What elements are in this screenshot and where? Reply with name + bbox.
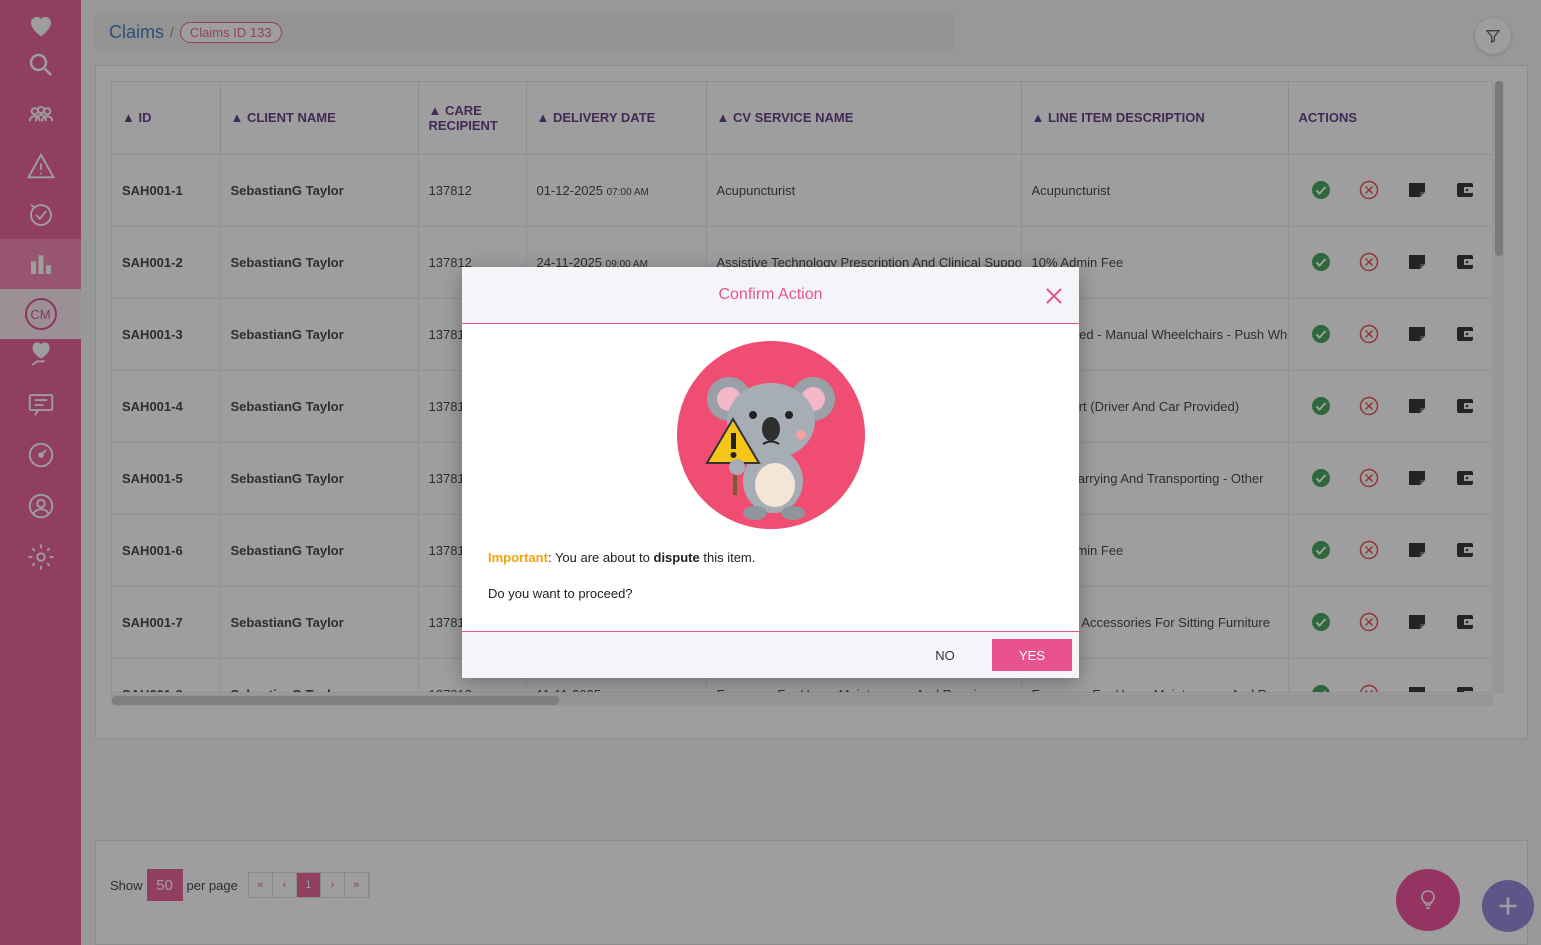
message-pre: : You are about to bbox=[547, 550, 654, 565]
dialog-message: Important: You are about to dispute this… bbox=[488, 550, 755, 565]
no-button[interactable]: NO bbox=[926, 640, 964, 670]
dialog-question: Do you want to proceed? bbox=[488, 586, 633, 601]
close-icon[interactable] bbox=[1045, 287, 1063, 305]
yes-button[interactable]: YES bbox=[992, 639, 1072, 671]
message-post: this item. bbox=[699, 550, 756, 565]
koala-warning-illustration bbox=[677, 341, 865, 529]
important-label: Important bbox=[488, 550, 548, 565]
confirm-action-dialog: Confirm Action Important: You are about … bbox=[462, 267, 1079, 678]
dialog-body: Important: You are about to dispute this… bbox=[462, 324, 1079, 631]
dialog-footer: NO YES bbox=[462, 631, 1079, 678]
dialog-header: Confirm Action bbox=[462, 267, 1079, 324]
dialog-title: Confirm Action bbox=[718, 286, 823, 303]
message-bold: dispute bbox=[653, 550, 700, 565]
